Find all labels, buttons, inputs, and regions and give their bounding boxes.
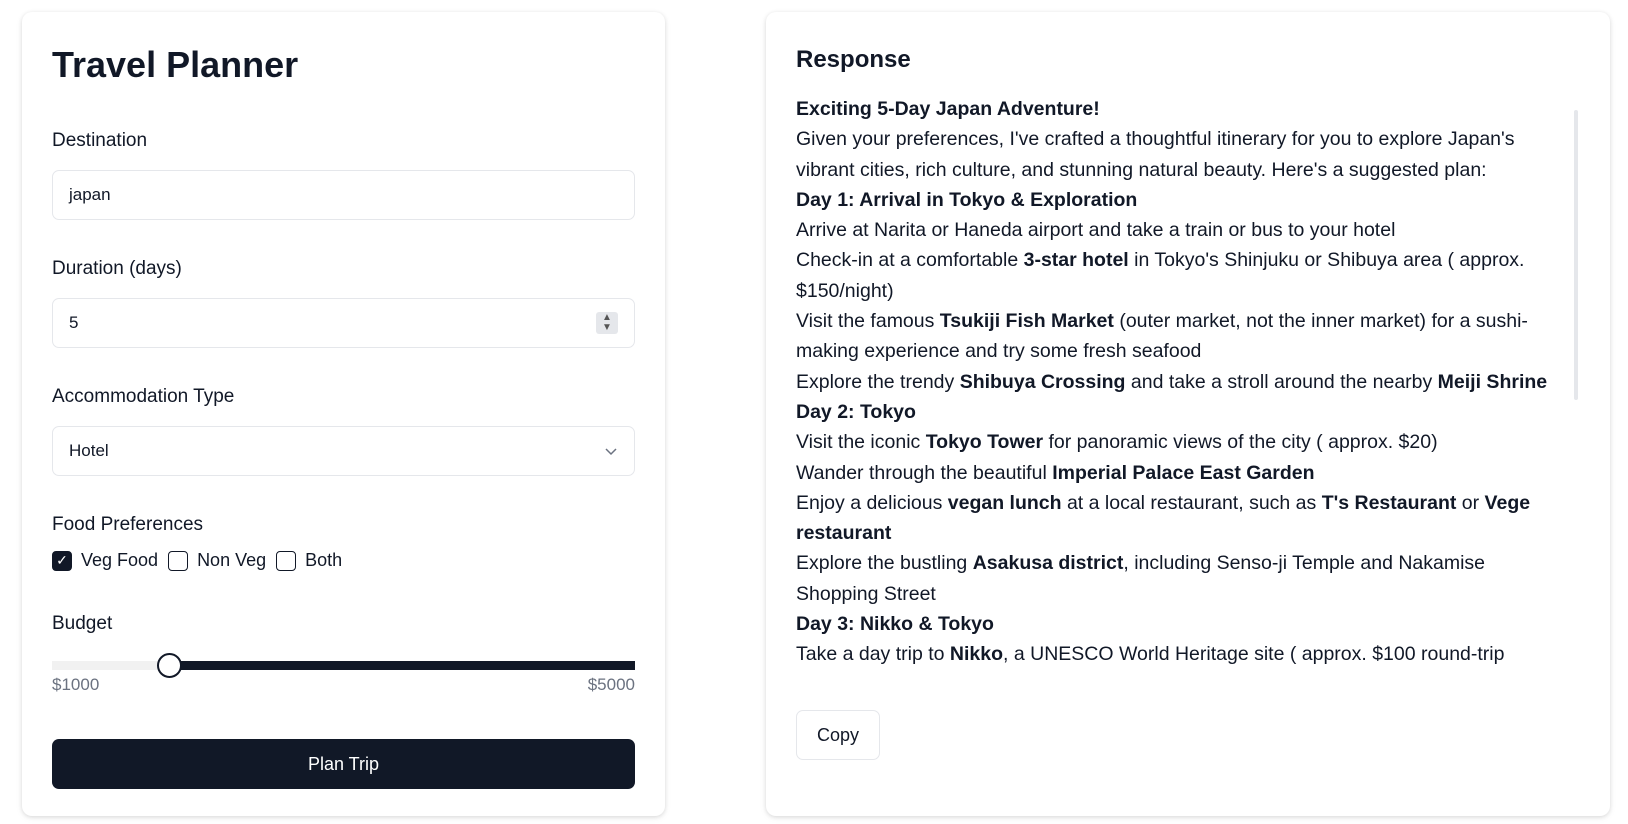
response-line: Given your preferences, I've crafted a t…	[796, 124, 1550, 185]
text: for panoramic views of the city ( approx…	[1043, 431, 1438, 454]
checkbox-non-veg[interactable]	[168, 550, 189, 571]
response-line: Enjoy a delicious vegan lunch at a local…	[796, 488, 1550, 549]
accommodation-label: Accommodation Type	[52, 386, 235, 407]
duration-value: 5	[69, 313, 79, 332]
text: and take a stroll around the nearby	[1125, 370, 1438, 393]
response-line: Arrive at Narita or Haneda airport and t…	[796, 215, 1550, 245]
response-content[interactable]: Exciting 5-Day Japan Adventure! Given you…	[796, 94, 1580, 688]
text: Explore the bustling	[796, 552, 973, 575]
response-title: Response	[796, 46, 911, 73]
duration-input[interactable]: 5 ▲ ▼	[52, 298, 635, 348]
stepper-icon[interactable]: ▲ ▼	[596, 312, 618, 334]
plan-trip-button[interactable]: Plan Trip	[52, 739, 635, 789]
bold-text: Exciting 5-Day Japan Adventure!	[796, 98, 1100, 120]
destination-label: Destination	[52, 130, 148, 151]
bold-text: T's Restaurant	[1321, 491, 1457, 514]
response-line: Day 3: Nikko & Tokyo	[796, 609, 1550, 639]
text: Visit the iconic	[796, 431, 926, 454]
text: Explore the trendy	[796, 370, 960, 393]
checkbox-label: Both	[305, 550, 343, 570]
bold-text: Imperial Palace East Garden	[1052, 461, 1315, 484]
response-line: Explore the bustling Asakusa district, i…	[796, 548, 1550, 609]
checkbox-label: Non Veg	[197, 550, 267, 570]
chevron-down-icon	[605, 448, 617, 456]
response-line: Day 2: Tokyo	[796, 397, 1550, 427]
checkbox-label: Veg Food	[81, 550, 159, 570]
scrollbar[interactable]	[1574, 110, 1578, 400]
food-preferences-label: Food Preferences	[52, 514, 204, 535]
destination-input[interactable]: japan	[52, 170, 635, 220]
page-title: Travel Planner	[52, 44, 299, 85]
response-line: Take a day trip to Nikko, a UNESCO World…	[796, 639, 1550, 669]
bold-text: Tokyo Tower	[925, 431, 1044, 454]
bold-text: Asakusa district	[972, 552, 1124, 575]
text: Visit the famous	[796, 310, 940, 333]
response-line: Check-in at a comfortable 3-star hotel i…	[796, 245, 1550, 306]
response-line: Day 1: Arrival in Tokyo & Exploration	[796, 185, 1550, 215]
checkbox-both[interactable]	[276, 550, 297, 571]
text: Given your preferences, I've crafted a t…	[796, 128, 1515, 181]
budget-label: Budget	[52, 613, 113, 634]
text: at a local restaurant, such as	[1061, 491, 1322, 514]
response-line: Visit the famous Tsukiji Fish Market (ou…	[796, 306, 1550, 367]
bold-text: Day 1: Arrival in Tokyo & Exploration	[796, 188, 1138, 211]
duration-label: Duration (days)	[52, 258, 182, 279]
bold-text: Tsukiji Fish Market	[939, 310, 1114, 333]
destination-value: japan	[69, 185, 111, 204]
response-line: Exciting 5-Day Japan Adventure!	[796, 94, 1550, 124]
food-preferences-group: ✓ Veg Food Non Veg Both	[52, 550, 635, 571]
response-panel: Response Exciting 5-Day Japan Adventure!…	[766, 12, 1610, 816]
text: or	[1456, 491, 1485, 514]
accommodation-value: Hotel	[69, 441, 109, 460]
bold-text: Shibuya Crossing	[959, 370, 1126, 393]
bold-text: Nikko	[949, 643, 1004, 666]
bold-text: vegan lunch	[947, 491, 1062, 514]
text: Check-in at a comfortable	[796, 249, 1024, 272]
budget-max: $5000	[587, 675, 635, 694]
text: Enjoy a delicious	[796, 491, 948, 514]
bold-text: Day 3: Nikko & Tokyo	[796, 613, 994, 636]
text: Take a day trip to	[796, 643, 950, 666]
accommodation-select[interactable]: Hotel	[52, 426, 635, 476]
bold-text: Day 2: Tokyo	[796, 400, 916, 423]
response-line: Wander through the beautiful Imperial Pa…	[796, 458, 1550, 488]
slider-thumb[interactable]	[156, 653, 182, 678]
checkbox-veg-food[interactable]: ✓	[52, 550, 72, 571]
copy-button[interactable]: Copy	[796, 710, 880, 760]
text: Arrive at Narita or Haneda airport and t…	[796, 219, 1396, 242]
text: , a UNESCO World Heritage site ( approx.…	[1003, 643, 1505, 666]
response-line: Explore the trendy Shibuya Crossing and …	[796, 367, 1550, 397]
slider-fill	[168, 661, 635, 670]
bold-text: Meiji Shrine	[1437, 370, 1548, 393]
travel-planner-form: Travel Planner Destination japan Duratio…	[22, 12, 665, 816]
response-line: Visit the iconic Tokyo Tower for panoram…	[796, 427, 1550, 457]
budget-min: $1000	[52, 675, 100, 694]
budget-slider[interactable]	[52, 653, 635, 678]
text: Wander through the beautiful	[796, 461, 1053, 484]
bold-text: 3-star hotel	[1023, 249, 1129, 272]
